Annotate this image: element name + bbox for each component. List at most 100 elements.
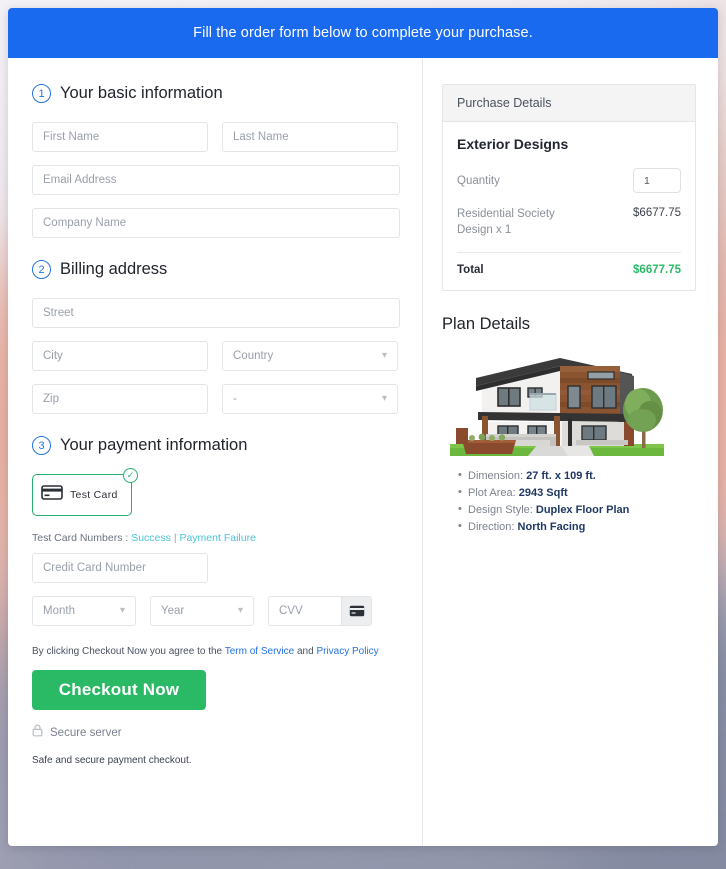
street-placeholder: Street	[43, 307, 74, 319]
last-name-placeholder: Last Name	[233, 131, 289, 143]
product-title: Exterior Designs	[457, 136, 569, 152]
street-row: Street	[32, 298, 400, 328]
section-basic-information-title: Your basic information	[60, 84, 223, 102]
test-card-numbers-hint: Test Card Numbers : Success | Payment Fa…	[32, 532, 400, 544]
checkout-body: 1 Your basic information First Name Last…	[8, 58, 718, 846]
country-select[interactable]: Country ▾	[222, 341, 398, 371]
city-input[interactable]: City	[32, 341, 208, 371]
checkout-now-button[interactable]: Checkout Now	[32, 670, 206, 710]
section-payment-information-title: Your payment information	[60, 436, 248, 454]
line-item-row: Residential Society Design x 1 $6677.75	[457, 207, 681, 238]
cvv-field-group[interactable]: CVV	[268, 596, 372, 626]
terms-prefix: By clicking Checkout Now you agree to th…	[32, 646, 223, 657]
email-input[interactable]: Email Address	[32, 165, 400, 195]
plan-house-image	[442, 344, 672, 462]
chevron-down-icon: ▾	[381, 393, 387, 404]
list-item: Dimension: 27 ft. x 109 ft.	[458, 469, 696, 483]
credit-card-number-row: Credit Card Number	[32, 553, 400, 583]
spec-label: Design Style:	[468, 504, 533, 517]
spec-value: 2943 Sqft	[518, 487, 568, 500]
city-placeholder: City	[43, 350, 63, 362]
quantity-row: Quantity 1	[457, 168, 681, 193]
chevron-down-icon: ▾	[381, 350, 387, 361]
test-card-numbers-label: Test Card Numbers :	[32, 532, 129, 544]
purchase-details-body: Exterior Designs Quantity 1 Residential …	[443, 122, 695, 290]
line-item-price: $6677.75	[633, 207, 681, 219]
total-row: Total $6677.75	[457, 264, 681, 276]
chevron-down-icon: ▾	[237, 605, 243, 616]
section-payment-information-header: 3 Your payment information	[32, 436, 400, 455]
section-basic-information-header: 1 Your basic information	[32, 84, 400, 103]
email-placeholder: Email Address	[43, 174, 117, 186]
list-item: Direction: North Facing	[458, 520, 696, 534]
company-row: Company Name	[32, 208, 400, 238]
cvv-credit-card-icon[interactable]	[341, 597, 371, 625]
section-billing-address-header: 2 Billing address	[32, 260, 400, 279]
expiry-cvv-row: Month ▾ Year ▾ CVV	[32, 596, 400, 626]
spec-value: 27 ft. x 109 ft.	[526, 470, 596, 483]
expiry-year-placeholder: Year	[161, 605, 185, 617]
plan-details-title: Plan Details	[442, 315, 531, 334]
test-card-payment-option[interactable]: Test Card ✓	[32, 468, 138, 516]
term-of-service-link[interactable]: Term of Service	[225, 646, 294, 657]
line-item-name: Residential Society Design x 1	[457, 208, 555, 236]
test-card-option-label: Test Card	[70, 489, 118, 501]
state-placeholder: -	[233, 393, 237, 405]
list-item: Plot Area: 2943 Sqft	[458, 486, 696, 500]
email-row: Email Address	[32, 165, 400, 195]
purchase-details-panel: Purchase Details Exterior Designs Quanti…	[442, 84, 696, 292]
spec-label: Direction:	[468, 521, 515, 534]
list-item: Design Style: Duplex Floor Plan	[458, 503, 696, 517]
spec-label: Dimension:	[468, 470, 524, 483]
summary-column: Purchase Details Exterior Designs Quanti…	[423, 58, 718, 846]
company-name-placeholder: Company Name	[43, 217, 127, 229]
terms-agreement-text: By clicking Checkout Now you agree to th…	[32, 646, 400, 657]
lock-icon	[32, 724, 43, 742]
plan-specs-list: Dimension: 27 ft. x 109 ft. Plot Area: 2…	[458, 469, 696, 534]
zip-state-row: Zip - ▾	[32, 384, 400, 414]
credit-card-number-input[interactable]: Credit Card Number	[32, 553, 208, 583]
secure-server-label: Secure server	[50, 727, 122, 739]
zip-placeholder: Zip	[43, 393, 59, 405]
first-name-input[interactable]: First Name	[32, 122, 208, 152]
privacy-policy-link[interactable]: Privacy Policy	[316, 646, 378, 657]
total-value: $6677.75	[633, 264, 681, 277]
expiry-month-select[interactable]: Month ▾	[32, 596, 136, 626]
purchase-details-header: Purchase Details	[443, 85, 695, 122]
spec-value: Duplex Floor Plan	[535, 504, 630, 517]
spec-label: Plot Area:	[468, 487, 516, 500]
chevron-down-icon: ▾	[119, 605, 125, 616]
zip-input[interactable]: Zip	[32, 384, 208, 414]
order-form-column: 1 Your basic information First Name Last…	[8, 58, 422, 846]
first-name-placeholder: First Name	[43, 131, 100, 143]
credit-card-number-placeholder: Credit Card Number	[43, 562, 146, 574]
step-number-2: 2	[32, 260, 51, 279]
safe-checkout-note: Safe and secure payment checkout.	[32, 755, 192, 766]
cvv-placeholder: CVV	[279, 605, 303, 617]
terms-and: and	[296, 646, 314, 657]
secure-server-note: Secure server	[32, 724, 400, 742]
check-circle-icon: ✓	[123, 468, 138, 483]
state-select[interactable]: - ▾	[222, 384, 398, 414]
instruction-banner: Fill the order form below to complete yo…	[8, 8, 718, 58]
expiry-month-placeholder: Month	[43, 605, 75, 617]
total-label: Total	[457, 264, 484, 277]
last-name-input[interactable]: Last Name	[222, 122, 398, 152]
test-card-success-link[interactable]: Success	[131, 532, 171, 544]
spec-value: North Facing	[517, 521, 586, 534]
street-input[interactable]: Street	[32, 298, 400, 328]
test-card-failure-link[interactable]: Payment Failure	[179, 532, 255, 544]
quantity-input[interactable]: 1	[633, 168, 681, 193]
section-billing-address-title: Billing address	[60, 260, 168, 278]
step-number-3: 3	[32, 436, 51, 455]
company-name-input[interactable]: Company Name	[32, 208, 400, 238]
expiry-year-select[interactable]: Year ▾	[150, 596, 254, 626]
quantity-label: Quantity	[457, 174, 500, 187]
country-placeholder: Country	[233, 350, 274, 362]
checkout-card: Fill the order form below to complete yo…	[8, 8, 718, 846]
step-number-1: 1	[32, 84, 51, 103]
city-country-row: City Country ▾	[32, 341, 400, 371]
test-card-link-separator: |	[173, 532, 177, 544]
credit-card-icon	[41, 485, 63, 505]
total-divider	[457, 252, 681, 254]
